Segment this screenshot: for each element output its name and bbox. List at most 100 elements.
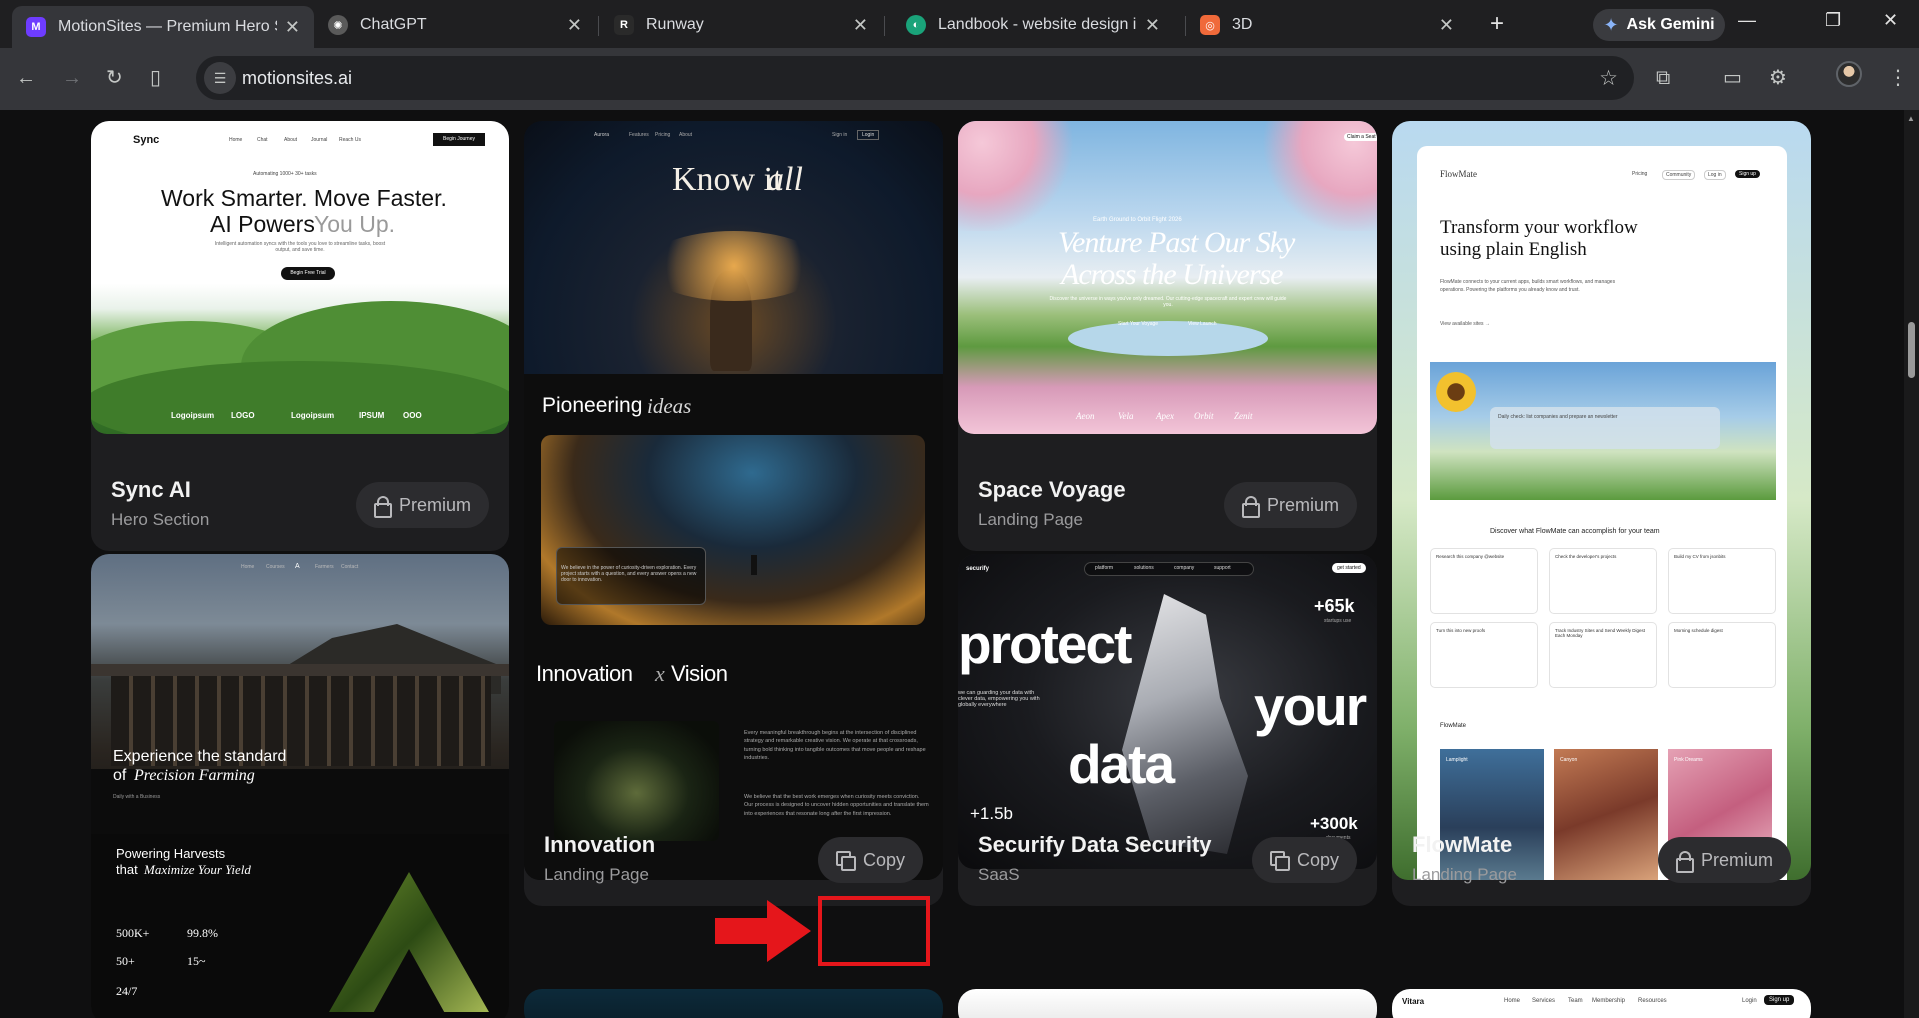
template-card-innovation[interactable]: Aurora Features Pricing About Sign in Lo…: [524, 121, 943, 906]
card-title[interactable]: Securify Data Security: [978, 832, 1212, 858]
preview-section-title: that: [116, 862, 138, 877]
template-card-partial[interactable]: [524, 989, 943, 1018]
template-card-flowmate[interactable]: FlowMate Pricing Community Log in Sign u…: [1392, 121, 1811, 906]
premium-label: Premium: [1266, 494, 1339, 515]
close-icon[interactable]: ✕: [1145, 15, 1160, 36]
template-card-precision-farming[interactable]: Home Courses A Farmers Contact Experienc…: [91, 554, 509, 1018]
preview-thumbnail[interactable]: Home Courses A Farmers Contact Experienc…: [91, 554, 509, 1018]
preview-nav: Reach Us: [339, 137, 361, 143]
template-card-vitara[interactable]: Vitara Home Services Team Membership Res…: [1392, 989, 1811, 1018]
preview-thumbnail[interactable]: Aurora Features Pricing About Sign in Lo…: [524, 121, 943, 880]
preview-nav: Journal: [311, 137, 328, 143]
forest-image: [554, 721, 719, 841]
preview-nav: Sign up: [1764, 995, 1795, 1005]
copy-button[interactable]: Copy: [1251, 837, 1357, 883]
preview-section-title: Pioneering: [542, 394, 643, 417]
preview-headline: AI Powers: [210, 211, 315, 237]
premium-button[interactable]: Premium: [1657, 837, 1791, 883]
page-viewport: Sync Home Chat About Journal Reach Us Be…: [0, 110, 1919, 1018]
menu-dots-icon[interactable]: ⋮: [1888, 64, 1908, 92]
address-bar[interactable]: ☰ motionsites.ai ☆: [196, 56, 1634, 100]
premium-button[interactable]: Premium: [1223, 482, 1357, 528]
split-view-icon[interactable]: ▯: [150, 64, 161, 92]
preview-logo: LOGO: [231, 411, 255, 420]
preview-tile-title: Turn this into new proofs: [1436, 628, 1486, 633]
ask-gemini-button[interactable]: ✦ Ask Gemini: [1593, 9, 1725, 41]
tab-title: Landbook - website design insp: [938, 16, 1137, 33]
preview-partner: Vela: [1118, 411, 1134, 421]
reload-icon[interactable]: ↻: [106, 64, 123, 92]
window-close-icon[interactable]: ✕: [1883, 10, 1898, 31]
tab-strip: M MotionSites — Premium Hero S ✕ ✺ ChatG…: [0, 0, 1919, 48]
ask-gemini-label: Ask Gemini: [1626, 16, 1715, 33]
preview-tile-title: Research this company @website: [1436, 554, 1505, 559]
profile-avatar[interactable]: [1836, 61, 1862, 87]
card-title[interactable]: FlowMate: [1412, 832, 1512, 858]
card-title[interactable]: Innovation: [544, 832, 655, 858]
preview-nav: Membership: [1592, 998, 1626, 1004]
card-title[interactable]: Sync AI: [111, 477, 191, 503]
extensions-icon[interactable]: ⧉: [1656, 64, 1670, 92]
tab-landbook[interactable]: ◐ Landbook - website design insp ✕: [892, 8, 1174, 42]
close-icon[interactable]: ✕: [567, 15, 582, 36]
preview-nav: company: [1174, 565, 1195, 571]
bookmark-star-icon[interactable]: ☆: [1599, 66, 1618, 91]
preview-headline: Venture Past Our Sky: [1058, 226, 1295, 259]
copy-label: Copy: [1296, 849, 1339, 870]
preview-brand: Vitara: [1402, 997, 1425, 1006]
preview-nav: About: [679, 132, 693, 138]
restore-icon[interactable]: ❐: [1825, 10, 1841, 31]
premium-button[interactable]: Premium: [355, 482, 489, 528]
preview-headline: your: [1254, 675, 1367, 737]
preview-thumbnail[interactable]: Sync Home Chat About Journal Reach Us Be…: [91, 121, 509, 434]
back-arrow-icon[interactable]: ←: [16, 64, 36, 92]
close-icon[interactable]: ✕: [1439, 15, 1454, 36]
tab-divider: [598, 16, 599, 36]
preview-nav: About: [284, 137, 298, 143]
copy-icon: [835, 851, 856, 871]
preview-tile-title: Track Industry Sites and Send Weekly Dig…: [1555, 628, 1646, 638]
preview-headline: You Up.: [314, 211, 395, 237]
template-card-securify[interactable]: securify platform solutions company supp…: [958, 554, 1377, 906]
minimize-icon[interactable]: —: [1738, 10, 1756, 31]
preview-gallery-label: FlowMate: [1440, 723, 1467, 729]
tab-motionsites[interactable]: M MotionSites — Premium Hero S ✕: [12, 6, 314, 48]
preview-thumbnail[interactable]: Claim a Seat Earth Ground to Orbit Fligh…: [958, 121, 1377, 434]
performance-icon[interactable]: ⚙: [1769, 64, 1787, 92]
cast-icon[interactable]: ▭: [1723, 64, 1742, 92]
preview-stat: 99.8%: [187, 926, 218, 940]
chatgpt-logo-icon: ✺: [328, 15, 348, 35]
preview-nav: Log in: [1704, 170, 1726, 180]
preview-section-title: Discover what FlowMate can accomplish fo…: [1490, 528, 1660, 535]
template-card-space-voyage[interactable]: Claim a Seat Earth Ground to Orbit Fligh…: [958, 121, 1377, 551]
preview-nav: Sign in: [832, 132, 848, 138]
scroll-thumb[interactable]: [1908, 322, 1915, 378]
page-scrollbar[interactable]: ▲: [1904, 110, 1919, 1018]
forward-arrow-icon[interactable]: →: [62, 64, 82, 92]
tab-runway[interactable]: R Runway ✕: [600, 8, 882, 42]
tab-3d[interactable]: ◎ 3D ✕: [1186, 8, 1468, 42]
close-icon[interactable]: ✕: [285, 17, 300, 38]
template-card-sync-ai[interactable]: Sync Home Chat About Journal Reach Us Be…: [91, 121, 509, 551]
tab-chatgpt[interactable]: ✺ ChatGPT ✕: [314, 8, 596, 42]
preview-headline: Know it: [672, 161, 783, 198]
premium-label: Premium: [398, 494, 471, 515]
scroll-up-arrow-icon[interactable]: ▲: [1907, 114, 1915, 123]
sunflower-icon: [1436, 372, 1476, 412]
card-title[interactable]: Space Voyage: [978, 477, 1126, 503]
preview-section-title: Vision: [671, 661, 728, 686]
preview-thumbnail[interactable]: FlowMate Pricing Community Log in Sign u…: [1392, 121, 1811, 880]
preview-logo: OOO: [403, 411, 422, 420]
preview-logo: IPSUM: [359, 411, 385, 420]
new-tab-icon[interactable]: +: [1490, 10, 1504, 38]
preview-headline: protect: [958, 613, 1132, 675]
preview-nav: Pricing: [655, 132, 671, 138]
preview-nav: Pricing: [1632, 171, 1648, 177]
copy-button[interactable]: Copy: [817, 837, 923, 883]
template-card-partial[interactable]: [958, 989, 1377, 1018]
preview-stat: 500K+: [116, 926, 150, 940]
preview-thumbnail[interactable]: securify platform solutions company supp…: [958, 554, 1377, 869]
site-info-icon[interactable]: ☰: [204, 62, 236, 94]
close-icon[interactable]: ✕: [853, 15, 868, 36]
preview-prompt: Daily check: list companies and prepare …: [1498, 414, 1618, 420]
